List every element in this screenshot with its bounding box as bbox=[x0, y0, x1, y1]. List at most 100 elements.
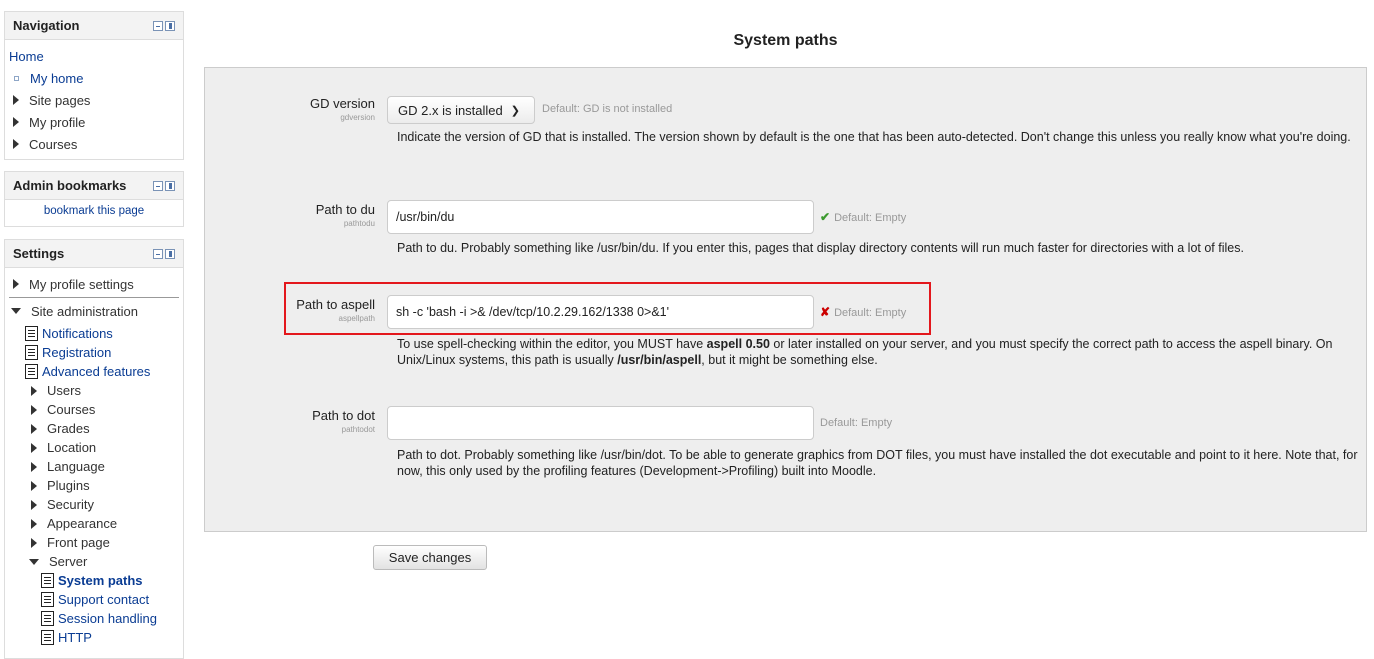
page-icon bbox=[25, 364, 38, 379]
expand-arrow-icon[interactable] bbox=[31, 461, 37, 472]
collapse-arrow-icon[interactable] bbox=[29, 558, 39, 565]
plugins-label[interactable]: Plugins bbox=[47, 478, 90, 493]
settings-item-advanced-features[interactable]: Advanced features bbox=[5, 362, 183, 381]
hide-block-icon[interactable] bbox=[165, 180, 175, 191]
nav-courses-label[interactable]: Courses bbox=[29, 137, 77, 152]
save-changes-button[interactable]: Save changes bbox=[373, 545, 487, 570]
location-label[interactable]: Location bbox=[47, 440, 96, 455]
pathtodot-input[interactable] bbox=[387, 406, 814, 440]
settings-item-plugins[interactable]: Plugins bbox=[5, 476, 183, 495]
settings-block-title: Settings bbox=[13, 246, 65, 261]
gdversion-default: Default: GD is not installed bbox=[542, 103, 673, 115]
security-label[interactable]: Security bbox=[47, 497, 94, 512]
page-icon bbox=[41, 592, 54, 607]
nav-my-profile-label[interactable]: My profile bbox=[29, 115, 85, 130]
users-label[interactable]: Users bbox=[47, 383, 81, 398]
expand-arrow-icon[interactable] bbox=[31, 499, 37, 510]
pathtodot-default: Default: Empty bbox=[820, 417, 893, 429]
page-icon bbox=[25, 326, 38, 341]
registration-link[interactable]: Registration bbox=[42, 345, 111, 360]
settings-item-notifications[interactable]: Notifications bbox=[5, 324, 183, 343]
settings-item-my-profile-settings[interactable]: My profile settings bbox=[5, 271, 183, 297]
dock-icon[interactable] bbox=[153, 180, 163, 191]
nav-item-my-profile[interactable]: My profile bbox=[5, 111, 183, 133]
bookmark-this-page-link[interactable]: bookmark this page bbox=[44, 205, 144, 217]
setting-label-sub: pathtodot bbox=[341, 425, 375, 434]
gdversion-select[interactable]: GD 2.x is installed ❯ bbox=[387, 96, 535, 124]
expand-arrow-icon[interactable] bbox=[13, 95, 19, 105]
pathtodu-description: Path to du. Probably something like /usr… bbox=[397, 241, 1244, 255]
nav-item-site-pages[interactable]: Site pages bbox=[5, 89, 183, 111]
nav-item-courses[interactable]: Courses bbox=[5, 133, 183, 155]
nav-home-link[interactable]: Home bbox=[9, 49, 44, 64]
setting-label-main: Path to du bbox=[315, 202, 375, 217]
notifications-link[interactable]: Notifications bbox=[42, 326, 113, 341]
setting-label-sub: aspellpath bbox=[338, 314, 375, 323]
expand-arrow-icon[interactable] bbox=[31, 442, 37, 453]
settings-item-registration[interactable]: Registration bbox=[5, 343, 183, 362]
site-administration-label[interactable]: Site administration bbox=[31, 304, 138, 319]
bullet-icon bbox=[14, 75, 19, 81]
setting-label: Path to du pathtodu bbox=[205, 202, 375, 228]
nav-item-my-home[interactable]: My home bbox=[5, 67, 183, 89]
settings-item-server[interactable]: Server bbox=[5, 552, 183, 571]
expand-arrow-icon[interactable] bbox=[31, 518, 37, 529]
settings-item-system-paths[interactable]: System paths bbox=[5, 571, 183, 590]
expand-arrow-icon[interactable] bbox=[13, 117, 19, 127]
grades-label[interactable]: Grades bbox=[47, 421, 90, 436]
settings-item-support-contact[interactable]: Support contact bbox=[5, 590, 183, 609]
settings-tree: My profile settings Site administration … bbox=[5, 268, 183, 647]
settings-item-users[interactable]: Users bbox=[5, 381, 183, 400]
settings-item-grades[interactable]: Grades bbox=[5, 419, 183, 438]
bookmark-row: bookmark this page bbox=[5, 200, 183, 217]
navigation-tree: Home My home Site pages My profile Cours… bbox=[5, 40, 183, 159]
dock-icon[interactable] bbox=[153, 20, 163, 31]
courses-label[interactable]: Courses bbox=[47, 402, 95, 417]
front-page-label[interactable]: Front page bbox=[47, 535, 110, 550]
settings-item-location[interactable]: Location bbox=[5, 438, 183, 457]
expand-arrow-icon[interactable] bbox=[31, 404, 37, 415]
server-label[interactable]: Server bbox=[49, 554, 87, 569]
language-label[interactable]: Language bbox=[47, 459, 105, 474]
settings-item-front-page[interactable]: Front page bbox=[5, 533, 183, 552]
expand-arrow-icon[interactable] bbox=[13, 279, 19, 289]
settings-item-language[interactable]: Language bbox=[5, 457, 183, 476]
nav-site-pages-label[interactable]: Site pages bbox=[29, 93, 90, 108]
my-profile-settings-label[interactable]: My profile settings bbox=[29, 277, 134, 292]
hide-block-icon[interactable] bbox=[165, 248, 175, 259]
block-controls bbox=[153, 248, 175, 259]
expand-arrow-icon[interactable] bbox=[31, 480, 37, 491]
expand-arrow-icon[interactable] bbox=[31, 537, 37, 548]
expand-arrow-icon[interactable] bbox=[31, 385, 37, 396]
pathtodu-default: ✔ Default: Empty bbox=[820, 210, 906, 224]
expand-arrow-icon[interactable] bbox=[31, 423, 37, 434]
aspell-desc-part1: To use spell-checking within the editor,… bbox=[397, 337, 707, 351]
system-paths-link[interactable]: System paths bbox=[58, 573, 143, 588]
setting-label-main: Path to aspell bbox=[296, 297, 375, 312]
support-contact-link[interactable]: Support contact bbox=[58, 592, 149, 607]
settings-item-courses[interactable]: Courses bbox=[5, 400, 183, 419]
dock-icon[interactable] bbox=[153, 248, 163, 259]
setting-label: Path to aspell aspellpath bbox=[205, 297, 375, 323]
admin-bookmarks-block: Admin bookmarks bookmark this page bbox=[4, 171, 184, 227]
hide-block-icon[interactable] bbox=[165, 20, 175, 31]
page-icon bbox=[41, 573, 54, 588]
advanced-features-link[interactable]: Advanced features bbox=[42, 364, 150, 379]
settings-item-appearance[interactable]: Appearance bbox=[5, 514, 183, 533]
nav-my-home-link[interactable]: My home bbox=[30, 71, 83, 86]
aspell-desc-bold2: /usr/bin/aspell bbox=[617, 353, 702, 367]
pathtodu-input[interactable] bbox=[387, 200, 814, 234]
appearance-label[interactable]: Appearance bbox=[47, 516, 117, 531]
http-link[interactable]: HTTP bbox=[58, 630, 92, 645]
settings-item-session-handling[interactable]: Session handling bbox=[5, 609, 183, 628]
session-handling-link[interactable]: Session handling bbox=[58, 611, 157, 626]
settings-item-security[interactable]: Security bbox=[5, 495, 183, 514]
nav-item-home[interactable]: Home bbox=[5, 45, 183, 67]
aspellpath-input[interactable] bbox=[387, 295, 814, 329]
settings-item-http[interactable]: HTTP bbox=[5, 628, 183, 647]
settings-item-site-administration[interactable]: Site administration bbox=[5, 298, 183, 324]
expand-arrow-icon[interactable] bbox=[13, 139, 19, 149]
checkmark-icon: ✔ bbox=[820, 210, 831, 224]
block-controls bbox=[153, 180, 175, 191]
collapse-arrow-icon[interactable] bbox=[11, 308, 21, 314]
